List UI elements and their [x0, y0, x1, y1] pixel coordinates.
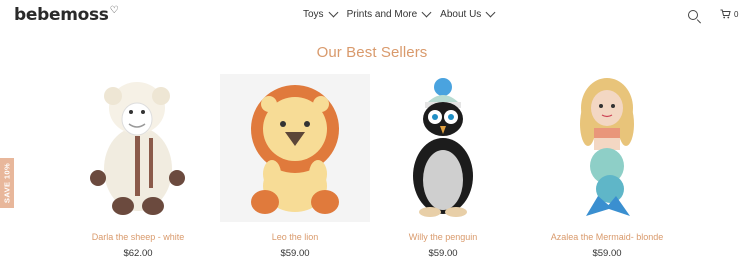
nav-prints-and-more[interactable]: Prints and More: [346, 7, 432, 20]
product-image-sheep[interactable]: [63, 74, 213, 222]
nav-toys[interactable]: Toys: [303, 7, 339, 20]
product-name[interactable]: Darla the sheep - white: [63, 232, 213, 242]
cart-button[interactable]: 0: [720, 9, 738, 19]
chevron-down-icon: [485, 7, 496, 18]
heart-icon: ♡: [109, 5, 119, 16]
product-name[interactable]: Azalea the Mermaid- blonde: [532, 232, 682, 242]
nav-toys-label: Toys: [303, 9, 324, 20]
section-title: Our Best Sellers: [316, 44, 428, 61]
site-header: bebemoss♡ Toys Prints and More About Us …: [0, 0, 744, 34]
main-nav: Toys Prints and More About Us: [303, 7, 496, 20]
product-card[interactable]: Darla the sheep - white $62.00: [63, 74, 213, 264]
cart-count: 0: [734, 9, 739, 19]
save-discount-label: SAVE 10%: [2, 162, 12, 204]
product-image-penguin[interactable]: [368, 74, 518, 222]
product-price: $62.00: [123, 248, 153, 259]
save-discount-tab[interactable]: SAVE 10%: [0, 158, 14, 208]
product-name[interactable]: Willy the penguin: [368, 232, 518, 242]
product-price: $59.00: [592, 248, 622, 259]
product-card[interactable]: Azalea the Mermaid- blonde $59.00: [532, 74, 682, 264]
nav-about-label: About Us: [440, 9, 482, 20]
nav-about-us[interactable]: About Us: [440, 7, 496, 20]
search-icon[interactable]: [688, 10, 698, 20]
chevron-down-icon: [328, 7, 339, 18]
product-price: $59.00: [280, 248, 310, 259]
product-image-lion[interactable]: [220, 74, 370, 222]
product-price: $59.00: [428, 248, 458, 259]
product-card[interactable]: Leo the lion $59.00: [220, 74, 370, 264]
nav-prints-label: Prints and More: [346, 9, 418, 20]
product-card[interactable]: Willy the penguin $59.00: [368, 74, 518, 264]
cart-icon: [720, 9, 731, 19]
product-name[interactable]: Leo the lion: [220, 232, 370, 242]
chevron-down-icon: [421, 7, 432, 18]
product-image-mermaid[interactable]: [532, 74, 682, 222]
logo[interactable]: bebemoss♡: [14, 5, 119, 25]
